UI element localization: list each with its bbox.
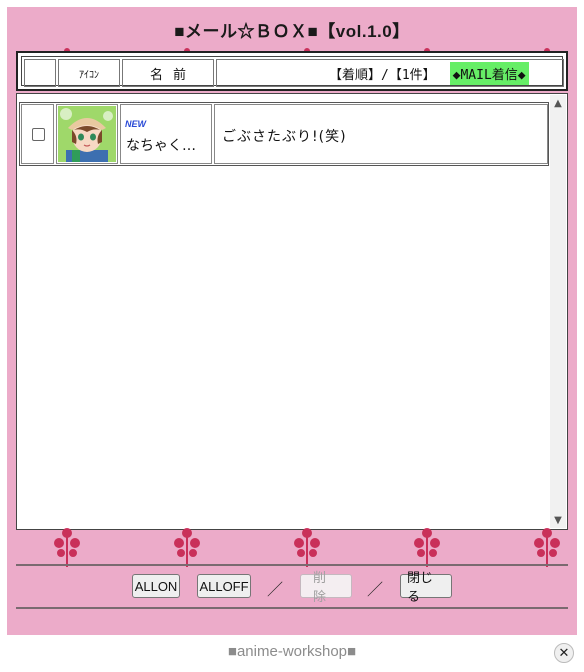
scroll-up-icon[interactable]: ▲ (550, 95, 566, 111)
separator-1: ／ (267, 580, 284, 599)
row-avatar-cell (56, 104, 118, 164)
mail-box-window: ■メール☆ＢＯＸ■【vol.1.0】 ｱｲｺﾝ 名前 【着順】/【1件】 ◆MA… (7, 7, 577, 635)
header-checkbox-column (24, 59, 56, 87)
tree-decoration-bottom (54, 528, 560, 567)
message-list[interactable]: NEW なちゃく… ごぶさたぶり!(笑) ▲ ▼ (16, 93, 568, 530)
row-sender-cell: NEW なちゃく… (120, 104, 212, 164)
footer-credit: ■anime-workshop■ (227, 643, 357, 660)
header-info-column: 【着順】/【1件】 ◆MAIL着信◆ (216, 59, 564, 87)
all-on-button[interactable]: ALLON (132, 574, 180, 598)
message-row[interactable]: NEW なちゃく… ごぶさたぶり!(笑) (19, 102, 549, 166)
separator-2: ／ (367, 580, 384, 599)
window-title: ■メール☆ＢＯＸ■【vol.1.0】 (174, 22, 410, 41)
message-checkbox[interactable] (32, 128, 45, 141)
mail-arrival-badge: ◆MAIL着信◆ (449, 61, 529, 85)
message-subject[interactable]: ごぶさたぶり!(笑) (222, 126, 347, 146)
row-subject-cell: ごぶさたぶり!(笑) (214, 104, 548, 164)
sort-info: 【着順】/【1件】 (329, 67, 436, 83)
list-header: ｱｲｺﾝ 名前 【着順】/【1件】 ◆MAIL着信◆ (16, 51, 568, 91)
row-checkbox-cell (21, 104, 54, 164)
divider-bottom (16, 607, 568, 609)
close-button[interactable]: 閉じる (400, 570, 452, 604)
avatar-icon (58, 106, 116, 162)
divider-top (16, 564, 568, 566)
all-off-button[interactable]: ALLOFF (197, 574, 251, 598)
new-badge: NEW (125, 119, 146, 129)
header-name-column: 名前 (122, 59, 214, 87)
delete-button[interactable]: 削除 (300, 570, 352, 604)
action-bar: ALLON ALLOFF ／ 削除 ／ 閉じる (7, 570, 577, 604)
close-icon[interactable]: ✕ (554, 643, 574, 663)
sender-name[interactable]: なちゃく… (126, 135, 196, 155)
vertical-scrollbar[interactable]: ▲ ▼ (550, 95, 566, 528)
scroll-down-icon[interactable]: ▼ (550, 512, 566, 528)
header-icon-column: ｱｲｺﾝ (58, 59, 120, 87)
